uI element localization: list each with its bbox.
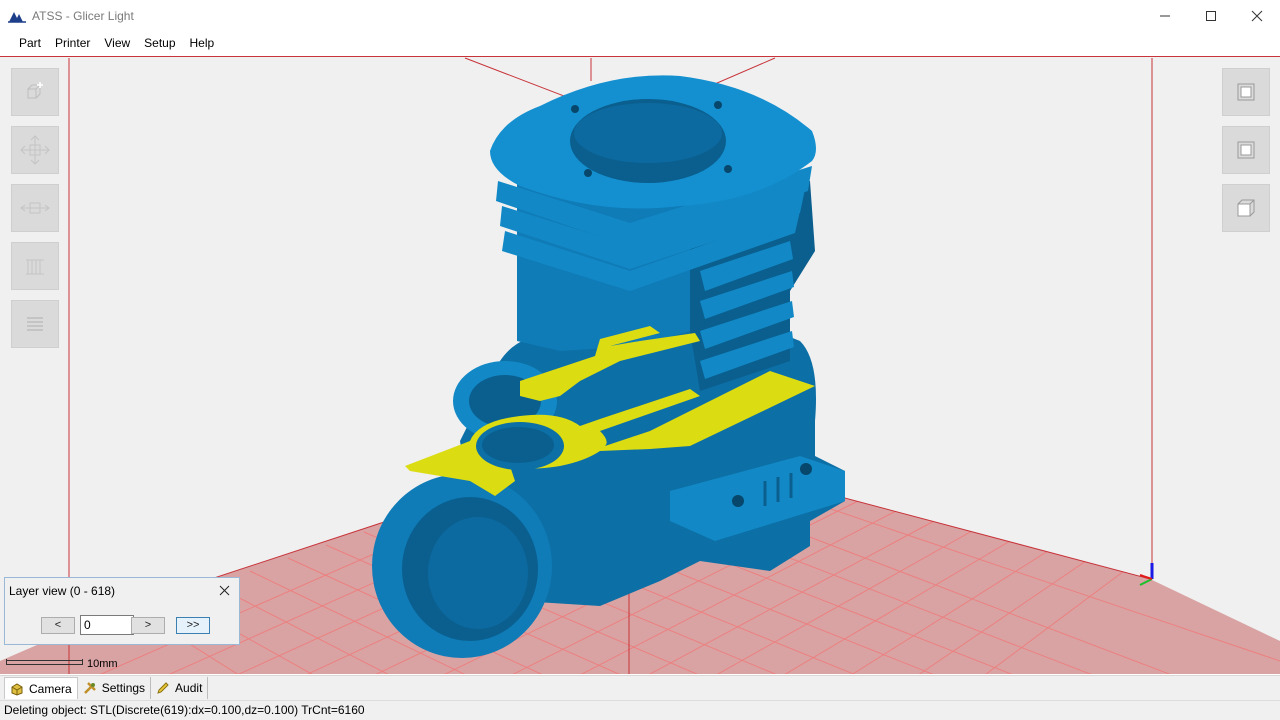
tab-camera[interactable]: Camera — [4, 677, 78, 699]
bottom-tab-bar: Camera Settings Audit — [0, 675, 1280, 700]
maximize-button[interactable] — [1188, 0, 1234, 31]
scale-icon — [20, 202, 50, 214]
atss-logo-icon — [8, 11, 26, 23]
maximize-icon — [1206, 10, 1216, 21]
scale-label: 10mm — [87, 658, 118, 670]
view-front-button[interactable] — [1222, 68, 1270, 116]
menu-bar: Part Printer View Setup Help — [0, 31, 1280, 56]
camera-cube-icon — [11, 682, 23, 696]
menu-printer[interactable]: Printer — [48, 31, 97, 56]
tab-settings-label: Settings — [101, 681, 146, 695]
tab-audit-label: Audit — [175, 681, 203, 695]
close-icon — [1251, 10, 1263, 21]
status-bar: Deleting object: STL(Discrete(619):dx=0.… — [0, 700, 1280, 720]
tab-audit[interactable]: Audit — [151, 677, 209, 699]
supports-button[interactable] — [11, 242, 59, 290]
layers-icon — [27, 317, 43, 331]
iso-view-icon — [1237, 199, 1255, 217]
layer-prev-button[interactable]: < — [41, 617, 75, 634]
settings-tools-icon — [83, 682, 96, 694]
add-part-button[interactable] — [11, 68, 59, 116]
supports-icon — [26, 259, 44, 275]
window-title: ATSS - Glicer Light — [32, 8, 134, 23]
close-icon — [219, 585, 229, 596]
slice-button[interactable] — [11, 300, 59, 348]
menu-part[interactable]: Part — [12, 31, 48, 56]
add-cube-icon — [27, 82, 43, 99]
move-arrows-icon — [20, 135, 50, 165]
layer-next-button[interactable]: > — [131, 617, 165, 634]
close-button[interactable] — [1234, 0, 1280, 31]
menu-help[interactable]: Help — [183, 31, 222, 56]
layer-view-close-button[interactable] — [215, 581, 233, 599]
layer-view-title: Layer view (0 - 618) — [9, 584, 116, 598]
view-top-button[interactable] — [1222, 126, 1270, 174]
minimize-button[interactable] — [1142, 0, 1188, 31]
tab-settings[interactable]: Settings — [78, 677, 152, 699]
layer-number-input[interactable] — [80, 615, 134, 635]
layer-last-button[interactable]: >> — [176, 617, 210, 634]
top-view-icon — [1237, 141, 1255, 159]
audit-pencil-icon — [157, 682, 169, 694]
scale-button[interactable] — [11, 184, 59, 232]
tab-camera-label: Camera — [29, 681, 72, 696]
menu-setup[interactable]: Setup — [137, 31, 182, 56]
front-view-icon — [1237, 83, 1255, 101]
layer-view-panel: Layer view (0 - 618) < > >> — [4, 577, 240, 645]
scale-bar — [6, 659, 83, 665]
title-bar: ATSS - Glicer Light — [0, 0, 1280, 31]
minimize-icon — [1160, 15, 1170, 16]
view-iso-button[interactable] — [1222, 184, 1270, 232]
menu-view[interactable]: View — [97, 31, 137, 56]
move-button[interactable] — [11, 126, 59, 174]
